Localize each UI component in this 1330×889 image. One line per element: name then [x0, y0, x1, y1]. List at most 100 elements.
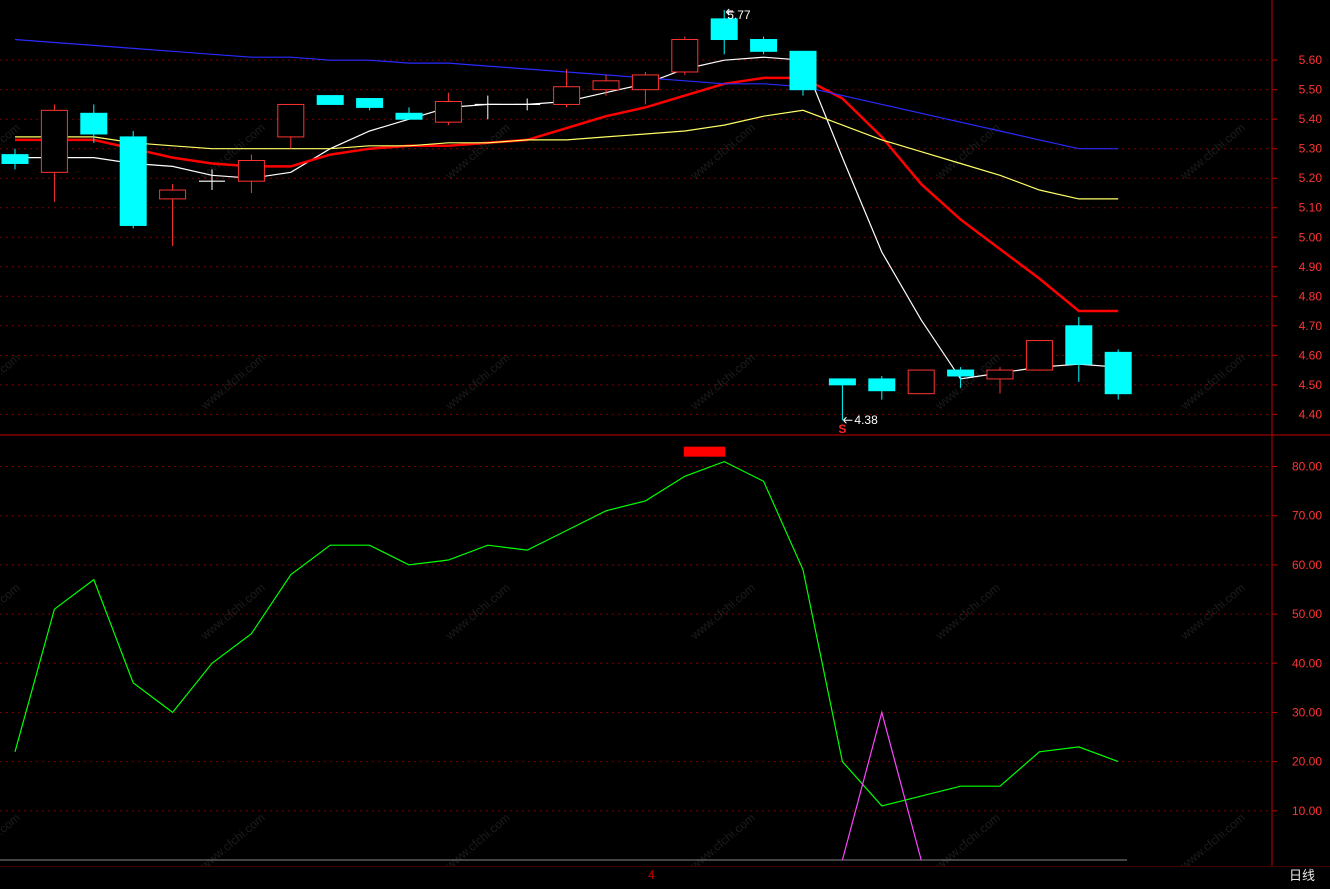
watermark: www.cfchi.com: [0, 121, 23, 183]
watermark: www.cfchi.com: [197, 351, 268, 413]
indicator-tick-label: 40.00: [1292, 656, 1322, 670]
period-button[interactable]: 日线: [1277, 867, 1327, 887]
low-price-label: 4.38: [854, 413, 878, 427]
watermark: www.cfchi.com: [442, 121, 513, 183]
candle: [237, 154, 265, 193]
candle-body: [1, 154, 29, 164]
price-tick-label: 5.10: [1299, 201, 1323, 215]
candle-body: [395, 112, 423, 120]
candle-body: [907, 369, 935, 395]
candle: [789, 50, 817, 96]
price-tick-label: 4.40: [1299, 407, 1323, 421]
candle: [592, 74, 620, 96]
candle-body: [1104, 351, 1132, 395]
candle-body: [553, 86, 581, 105]
candle-body: [592, 80, 620, 91]
watermark: www.cfchi.com: [932, 351, 1003, 413]
candle: [828, 378, 856, 421]
bottom-status-bar: [0, 866, 1330, 889]
watermark: www.cfchi.com: [442, 811, 513, 873]
price-tick-label: 5.60: [1299, 53, 1323, 67]
candle: [1065, 316, 1093, 382]
indicator-line-0: [14, 460, 1119, 807]
watermark: www.cfchi.com: [0, 351, 23, 413]
date-marker: 4: [648, 868, 655, 882]
candle: [1025, 340, 1053, 371]
watermark: www.cfchi.com: [0, 581, 23, 643]
price-tick-label: 4.90: [1299, 260, 1323, 274]
candle: [277, 103, 305, 149]
candle-body: [277, 103, 305, 138]
overbought-signal-bar: [683, 446, 726, 457]
candle-body: [316, 95, 344, 105]
candle: [671, 36, 699, 75]
candle-body: [750, 39, 778, 52]
candle-body: [631, 74, 659, 91]
stock-chart[interactable]: www.cfchi.com www.cfchi.com www.cfchi.com w…: [0, 0, 1330, 888]
candle-body: [828, 378, 856, 386]
watermark: www.cfchi.com: [932, 581, 1003, 643]
watermark: www.cfchi.com: [1177, 811, 1248, 873]
sell-signal-marker: S: [838, 422, 846, 436]
price-tick-label: 4.70: [1299, 319, 1323, 333]
candle: [395, 107, 423, 120]
indicator-tick-label: 30.00: [1292, 705, 1322, 719]
candle-body: [119, 136, 147, 226]
candle-body: [40, 109, 68, 173]
watermark: www.cfchi.com: [442, 581, 513, 643]
candle: [40, 104, 68, 202]
candle: [986, 367, 1014, 394]
watermark: www.cfchi.com: [197, 811, 268, 873]
indicator-tick-label: 10.00: [1292, 804, 1322, 818]
candle: [553, 69, 581, 108]
candle-body: [986, 369, 1014, 380]
candle: [119, 131, 147, 229]
price-tick-label: 5.20: [1299, 171, 1323, 185]
indicator-tick-label: 50.00: [1292, 607, 1322, 621]
candle: [1104, 349, 1132, 400]
watermark: www.cfchi.com: [442, 351, 513, 413]
price-tick-label: 4.80: [1299, 289, 1323, 303]
price-tick-label: 5.40: [1299, 112, 1323, 126]
watermark: www.cfchi.com: [687, 351, 758, 413]
candle: [750, 36, 778, 55]
candle: [474, 95, 501, 120]
candle-body: [434, 100, 462, 123]
candles-layer[interactable]: [1, 10, 1132, 421]
indicator-line-1: [841, 710, 922, 861]
watermark: www.cfchi.com: [687, 121, 758, 183]
candle-body: [1065, 325, 1093, 365]
indicator-layer: [14, 446, 1119, 861]
candle: [434, 92, 462, 126]
price-tick-label: 5.30: [1299, 142, 1323, 156]
candle-body: [159, 189, 187, 200]
indicator-tick-label: 20.00: [1292, 755, 1322, 769]
watermark: www.cfchi.com: [932, 811, 1003, 873]
watermark: www.cfchi.com: [1177, 121, 1248, 183]
candle: [1, 148, 29, 170]
candle: [631, 71, 659, 105]
candle: [356, 98, 384, 111]
price-tick-label: 4.60: [1299, 348, 1323, 362]
watermark: www.cfchi.com: [197, 581, 268, 643]
candle-body: [80, 112, 108, 135]
indicator-tick-label: 70.00: [1292, 509, 1322, 523]
high-price-label: 5.77: [727, 8, 751, 22]
candle-body: [237, 160, 265, 182]
candle-body: [356, 98, 384, 108]
watermark: www.cfchi.com: [1177, 581, 1248, 643]
candle-body: [789, 50, 817, 91]
watermark: www.cfchi.com: [1177, 351, 1248, 413]
candle-body: [671, 39, 699, 73]
watermark: www.cfchi.com: [932, 121, 1003, 183]
indicator-tick-label: 80.00: [1292, 460, 1322, 474]
candle: [907, 369, 935, 395]
watermark: www.cfchi.com: [0, 811, 23, 873]
indicator-tick-label: 60.00: [1292, 558, 1322, 572]
price-tick-label: 4.50: [1299, 378, 1323, 392]
watermark: www.cfchi.com: [687, 581, 758, 643]
watermark: www.cfchi.com: [687, 811, 758, 873]
candle-body: [868, 378, 896, 392]
price-tick-label: 5.50: [1299, 83, 1323, 97]
candle: [868, 375, 896, 400]
